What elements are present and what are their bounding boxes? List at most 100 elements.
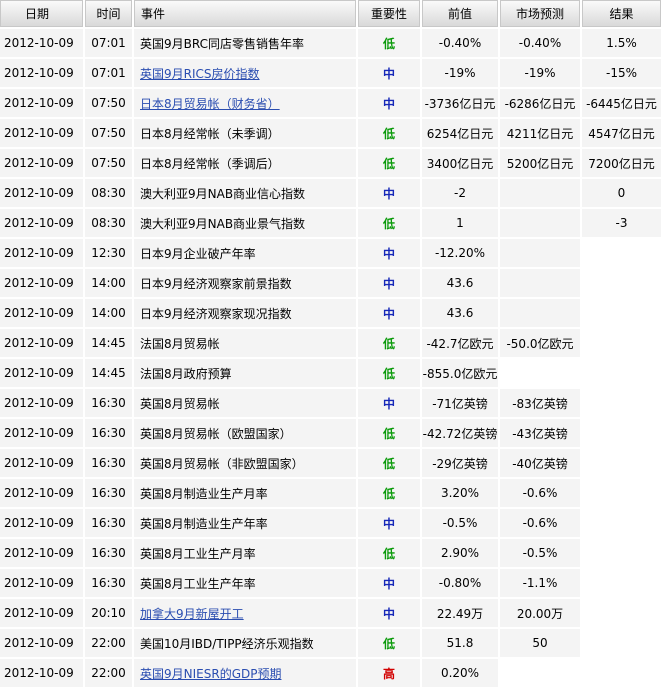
cell-actual-empty [582, 389, 661, 417]
cell-forecast: 4211亿日元 [500, 119, 580, 147]
cell-forecast: 50 [500, 629, 580, 657]
cell-previous: 43.6 [422, 299, 498, 327]
table-row: 2012-10-09 16:30 英国8月贸易帐（非欧盟国家） 低 -29亿英镑 -40亿… [0, 449, 661, 477]
cell-event: 澳大利亚9月NAB商业景气指数 [134, 209, 356, 237]
cell-date: 2012-10-09 [0, 359, 83, 387]
cell-event: 日本9月经济观察家前景指数 [134, 269, 356, 297]
event-name: 英国8月制造业生产月率 [140, 486, 268, 501]
cell-date: 2012-10-09 [0, 59, 83, 87]
cell-date: 2012-10-09 [0, 659, 83, 687]
cell-actual: 4547亿日元 [582, 119, 661, 147]
table-row: 2012-10-09 16:30 英国8月制造业生产月率 低 3.20% -0.6% [0, 479, 661, 507]
cell-event: 日本8月贸易帐（财务省） [134, 89, 356, 117]
cell-date: 2012-10-09 [0, 539, 83, 567]
importance-badge: 中 [358, 269, 420, 297]
cell-previous: 6254亿日元 [422, 119, 498, 147]
cell-actual: -6445亿日元 [582, 89, 661, 117]
cell-previous: 51.8 [422, 629, 498, 657]
cell-forecast: -0.40% [500, 29, 580, 57]
cell-date: 2012-10-09 [0, 239, 83, 267]
cell-event: 英国8月贸易帐 [134, 389, 356, 417]
event-name: 英国8月工业生产年率 [140, 576, 256, 591]
cell-previous: 1 [422, 209, 498, 237]
cell-date: 2012-10-09 [0, 179, 83, 207]
event-link[interactable]: 加拿大9月新屋开工 [140, 607, 244, 621]
cell-forecast: -1.1% [500, 569, 580, 597]
cell-event: 英国8月工业生产月率 [134, 539, 356, 567]
economic-calendar-table: 日期 时间 事件 重要性 前值 市场预测 结果 2012-10-09 07:01 英… [0, 0, 663, 689]
cell-date: 2012-10-09 [0, 449, 83, 477]
importance-badge: 中 [358, 239, 420, 267]
cell-time: 08:30 [85, 209, 132, 237]
cell-time: 14:45 [85, 329, 132, 357]
cell-actual: 7200亿日元 [582, 149, 661, 177]
header-actual: 结果 [582, 0, 661, 27]
cell-previous: -3736亿日元 [422, 89, 498, 117]
cell-time: 07:50 [85, 119, 132, 147]
cell-forecast: -0.6% [500, 479, 580, 507]
table-row: 2012-10-09 22:00 英国9月NIESR的GDP预期 高 0.20% [0, 659, 661, 687]
importance-badge: 高 [358, 659, 420, 687]
cell-previous: 43.6 [422, 269, 498, 297]
cell-date: 2012-10-09 [0, 389, 83, 417]
event-link[interactable]: 英国9月RICS房价指数 [140, 67, 260, 81]
cell-previous: -12.20% [422, 239, 498, 267]
cell-forecast: -83亿英镑 [500, 389, 580, 417]
cell-date: 2012-10-09 [0, 89, 83, 117]
cell-actual-empty [582, 629, 661, 657]
cell-event: 英国8月工业生产年率 [134, 569, 356, 597]
cell-time: 14:45 [85, 359, 132, 387]
event-link[interactable]: 英国9月NIESR的GDP预期 [140, 667, 281, 681]
cell-time: 07:50 [85, 149, 132, 177]
cell-actual: 0 [582, 179, 661, 207]
table-row: 2012-10-09 20:10 加拿大9月新屋开工 中 22.49万 20.00万 [0, 599, 661, 627]
cell-time: 07:01 [85, 29, 132, 57]
cell-forecast-empty [500, 659, 580, 687]
cell-forecast: -0.6% [500, 509, 580, 537]
cell-actual: -3 [582, 209, 661, 237]
cell-forecast: 5200亿日元 [500, 149, 580, 177]
header-event: 事件 [134, 0, 356, 27]
calendar-rows: 2012-10-09 07:01 英国9月BRC同店零售销售年率低 -0.40% -0.… [0, 29, 661, 687]
cell-time: 16:30 [85, 539, 132, 567]
cell-actual-empty [582, 359, 661, 387]
table-row: 2012-10-09 14:00 日本9月经济观察家前景指数 中 43.6 [0, 269, 661, 297]
cell-time: 16:30 [85, 449, 132, 477]
cell-event: 英国8月贸易帐（欧盟国家） [134, 419, 356, 447]
cell-previous: -0.40% [422, 29, 498, 57]
cell-time: 12:30 [85, 239, 132, 267]
table-row: 2012-10-09 12:30 日本9月企业破产年率 中 -12.20% [0, 239, 661, 267]
event-name: 日本9月经济观察家前景指数 [140, 276, 292, 291]
cell-time: 16:30 [85, 419, 132, 447]
table-row: 2012-10-09 16:30 英国8月工业生产年率 中 -0.80% -1.1% [0, 569, 661, 597]
event-name: 英国8月制造业生产年率 [140, 516, 268, 531]
cell-previous: -2 [422, 179, 498, 207]
cell-time: 16:30 [85, 569, 132, 597]
event-link[interactable]: 日本8月贸易帐（财务省） [140, 97, 280, 111]
cell-forecast-empty [500, 359, 580, 387]
cell-time: 14:00 [85, 269, 132, 297]
cell-date: 2012-10-09 [0, 119, 83, 147]
header-previous: 前值 [422, 0, 498, 27]
importance-badge: 中 [358, 59, 420, 87]
cell-event: 英国8月制造业生产月率 [134, 479, 356, 507]
cell-time: 07:50 [85, 89, 132, 117]
cell-actual-empty [582, 659, 661, 687]
importance-badge: 低 [358, 119, 420, 147]
cell-actual: -15% [582, 59, 661, 87]
cell-actual-empty [582, 539, 661, 567]
cell-event: 法国8月贸易帐 [134, 329, 356, 357]
table-row: 2012-10-09 16:30 英国8月贸易帐 中 -71亿英镑 -83亿英镑 [0, 389, 661, 417]
cell-previous: -42.7亿欧元 [422, 329, 498, 357]
cell-previous: -29亿英镑 [422, 449, 498, 477]
importance-badge: 低 [358, 629, 420, 657]
cell-time: 16:30 [85, 479, 132, 507]
cell-forecast [500, 299, 580, 327]
cell-date: 2012-10-09 [0, 209, 83, 237]
cell-event: 澳大利亚9月NAB商业信心指数 [134, 179, 356, 207]
cell-forecast [500, 179, 580, 207]
cell-actual-empty [582, 419, 661, 447]
table-row: 2012-10-09 14:45 法国8月贸易帐 低 -42.7亿欧元 -50.0亿欧元 [0, 329, 661, 357]
importance-badge: 低 [358, 329, 420, 357]
cell-time: 08:30 [85, 179, 132, 207]
